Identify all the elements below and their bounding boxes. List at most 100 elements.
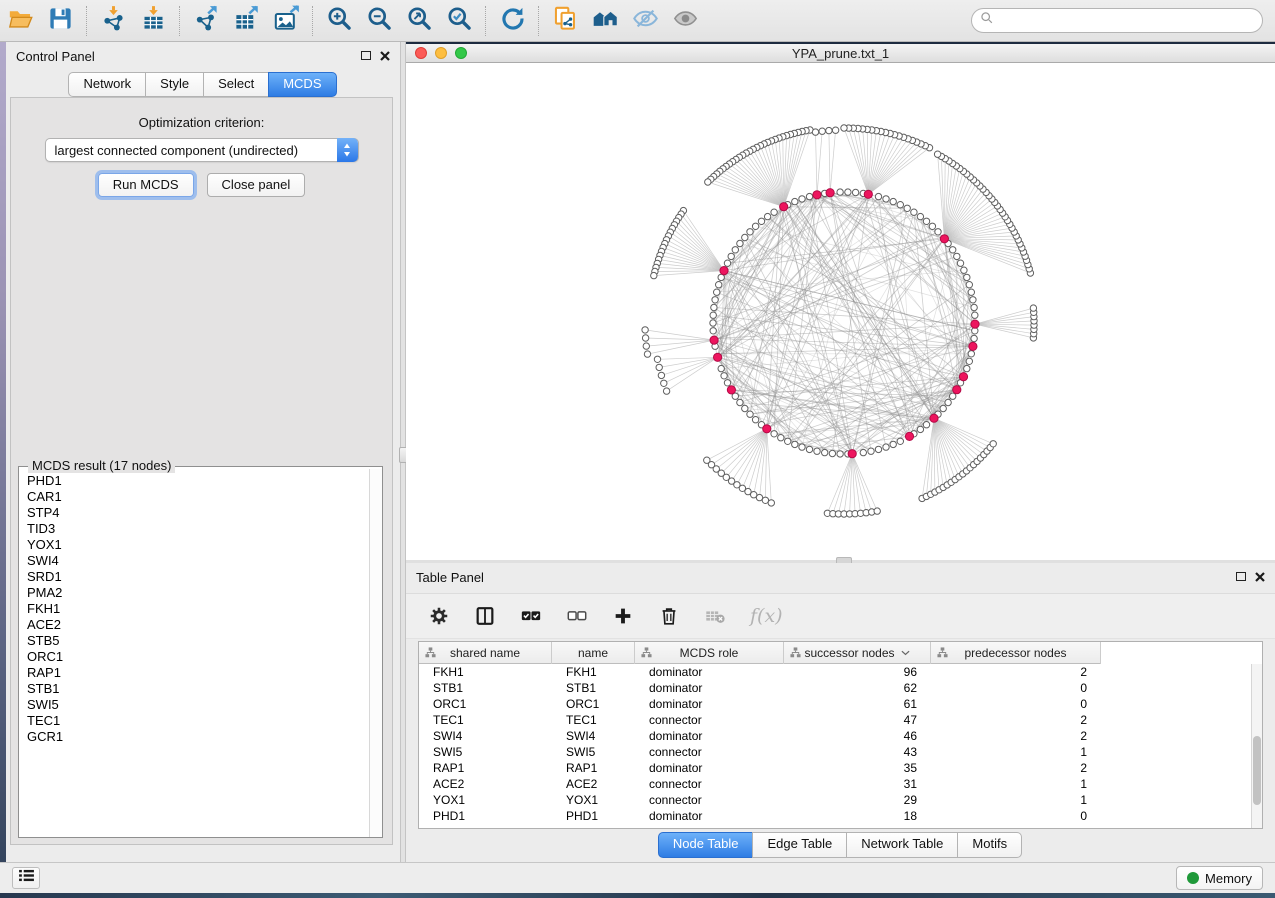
graph-leaf-node[interactable] [661,380,667,386]
table-row[interactable]: FKH1FKH1dominator962 [419,664,1251,680]
mcds-node-item[interactable]: FKH1 [27,601,368,617]
graph-leaf-node[interactable] [663,388,669,394]
graph-node[interactable] [721,373,727,379]
table-settings-button[interactable] [428,605,450,627]
graph-node[interactable] [814,448,820,454]
network-graph-canvas[interactable] [406,63,1275,560]
graph-leaf-node[interactable] [644,351,650,357]
mcds-node-item[interactable]: YOX1 [27,537,368,553]
mcds-list-scrollbar[interactable] [369,469,382,837]
graph-mcds-hub-node[interactable] [763,425,771,433]
save-session-button[interactable] [40,4,80,38]
graph-node[interactable] [771,209,777,215]
graph-node[interactable] [875,446,881,452]
graph-node[interactable] [711,304,717,310]
graph-node[interactable] [950,247,956,253]
graph-node[interactable] [718,365,724,371]
mcds-node-item[interactable]: STB1 [27,681,368,697]
graph-node[interactable] [724,260,730,266]
graph-node[interactable] [852,189,858,195]
graph-node[interactable] [742,405,748,411]
graph-node[interactable] [764,213,770,219]
memory-button[interactable]: Memory [1176,866,1263,890]
graph-node[interactable] [971,304,977,310]
select-all-rows-button[interactable] [520,605,542,627]
hide-selected-button[interactable] [625,4,665,38]
close-panel-icon[interactable] [1255,572,1265,582]
graph-leaf-node[interactable] [768,500,774,506]
graph-node[interactable] [732,247,738,253]
graph-node[interactable] [911,209,917,215]
search-input[interactable] [994,11,1262,31]
mcds-node-item[interactable]: TID3 [27,521,368,537]
graph-node[interactable] [785,438,791,444]
graph-leaf-node[interactable] [658,372,664,378]
table-row[interactable]: RAP1RAP1dominator352 [419,760,1251,776]
graph-node[interactable] [710,312,716,318]
close-panel-button[interactable]: Close panel [207,173,306,197]
graph-node[interactable] [778,435,784,441]
graph-node[interactable] [728,253,734,259]
graph-node[interactable] [923,218,929,224]
graph-mcds-hub-node[interactable] [848,450,856,458]
mcds-node-item[interactable]: STB5 [27,633,368,649]
graph-mcds-hub-node[interactable] [710,336,718,344]
tab-select[interactable]: Select [203,72,269,97]
graph-leaf-node[interactable] [812,129,818,135]
first-neighbors-button[interactable] [585,4,625,38]
graph-node[interactable] [737,240,743,246]
table-row[interactable]: ACE2ACE2connector311 [419,776,1251,792]
close-window-icon[interactable] [415,47,427,59]
graph-leaf-node[interactable] [651,272,657,278]
graph-node[interactable] [799,444,805,450]
graph-node[interactable] [822,449,828,455]
graph-node[interactable] [875,193,881,199]
graph-node[interactable] [883,196,889,202]
column-header-shared-name[interactable]: shared name [419,642,552,664]
graph-node[interactable] [792,198,798,204]
table-row[interactable]: TEC1TEC1connector472 [419,712,1251,728]
graph-node[interactable] [890,441,896,447]
graph-node[interactable] [883,444,889,450]
graph-node[interactable] [806,193,812,199]
show-all-button[interactable] [665,4,705,38]
mcds-node-item[interactable]: CAR1 [27,489,368,505]
mcds-node-item[interactable]: ORC1 [27,649,368,665]
graph-leaf-node[interactable] [874,508,880,514]
graph-node[interactable] [771,431,777,437]
graph-node[interactable] [917,426,923,432]
show-columns-button[interactable] [474,605,496,627]
mcds-node-item[interactable]: ACE2 [27,617,368,633]
column-header-predecessor-nodes[interactable]: predecessor nodes [931,642,1101,664]
graph-node[interactable] [966,358,972,364]
graph-mcds-hub-node[interactable] [953,386,961,394]
mcds-node-item[interactable]: SWI4 [27,553,368,569]
graph-mcds-hub-node[interactable] [940,235,948,243]
graph-node[interactable] [860,449,866,455]
graph-node[interactable] [724,380,730,386]
table-scrollbar-thumb[interactable] [1253,736,1261,805]
copy-style-button[interactable] [545,4,585,38]
graph-mcds-hub-node[interactable] [720,267,728,275]
column-header-successor-nodes[interactable]: successor nodes [784,642,931,664]
graph-leaf-node[interactable] [841,125,847,131]
mcds-node-item[interactable]: STP4 [27,505,368,521]
graph-node[interactable] [752,223,758,229]
mcds-node-item[interactable]: SWI5 [27,697,368,713]
show-panels-list-button[interactable] [12,867,40,889]
graph-mcds-hub-node[interactable] [930,414,938,422]
tab-edge-table[interactable]: Edge Table [752,832,847,858]
graph-leaf-node[interactable] [656,364,662,370]
graph-node[interactable] [971,335,977,341]
graph-node[interactable] [747,229,753,235]
table-row[interactable]: SWI5SWI5connector431 [419,744,1251,760]
tab-style[interactable]: Style [145,72,204,97]
import-table-button[interactable] [133,4,173,38]
graph-leaf-node[interactable] [990,441,996,447]
graph-node[interactable] [935,229,941,235]
graph-node[interactable] [923,422,929,428]
graph-mcds-hub-node[interactable] [780,203,788,211]
graph-node[interactable] [954,253,960,259]
tab-motifs[interactable]: Motifs [957,832,1022,858]
export-table-button[interactable] [226,4,266,38]
